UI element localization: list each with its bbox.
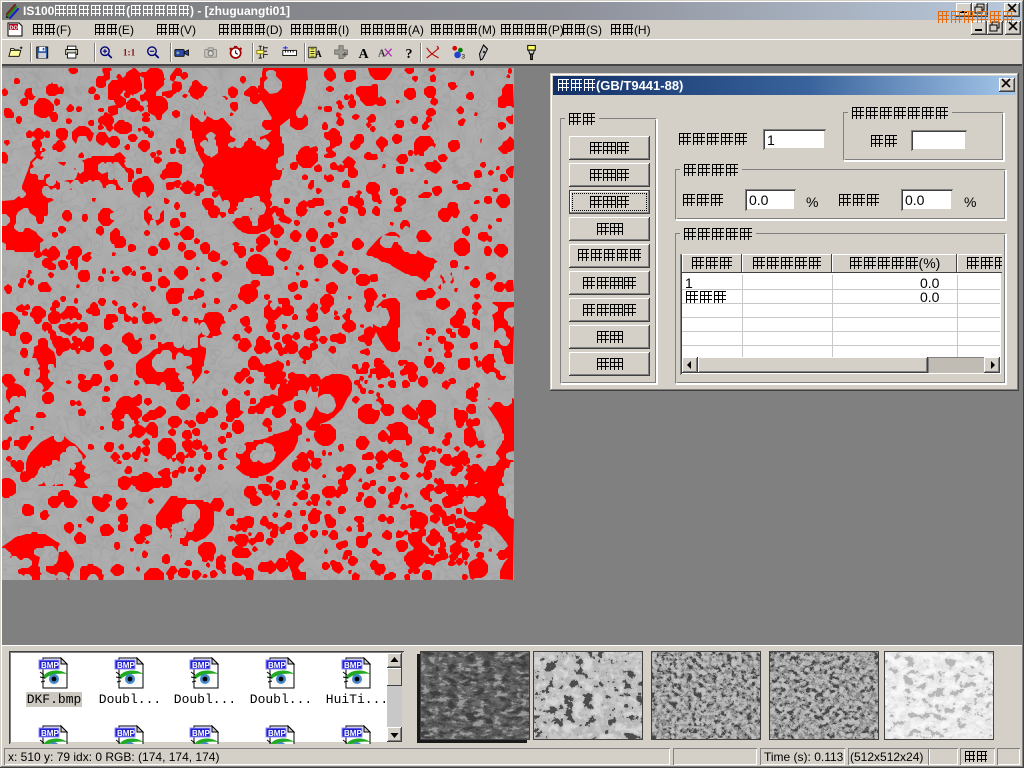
svg-text:BMP: BMP — [41, 729, 59, 738]
svg-text:3: 3 — [461, 54, 465, 61]
svg-text:BMP: BMP — [41, 661, 59, 670]
svg-text:BMP: BMP — [117, 729, 135, 738]
svg-text:BMP: BMP — [117, 661, 135, 670]
svg-text:BMP: BMP — [344, 729, 362, 738]
svg-text:BMP: BMP — [192, 729, 210, 738]
svg-text:BMP: BMP — [268, 729, 286, 738]
svg-text:A: A — [378, 48, 386, 59]
svg-text:A: A — [359, 47, 370, 61]
svg-text:1:1: 1:1 — [123, 48, 136, 58]
svg-text:DOC: DOC — [10, 26, 22, 32]
svg-text:?: ? — [406, 47, 413, 61]
svg-text:A: A — [315, 49, 322, 59]
svg-text:BMP: BMP — [344, 661, 362, 670]
svg-text:BMP: BMP — [192, 661, 210, 670]
svg-text:BMP: BMP — [268, 661, 286, 670]
